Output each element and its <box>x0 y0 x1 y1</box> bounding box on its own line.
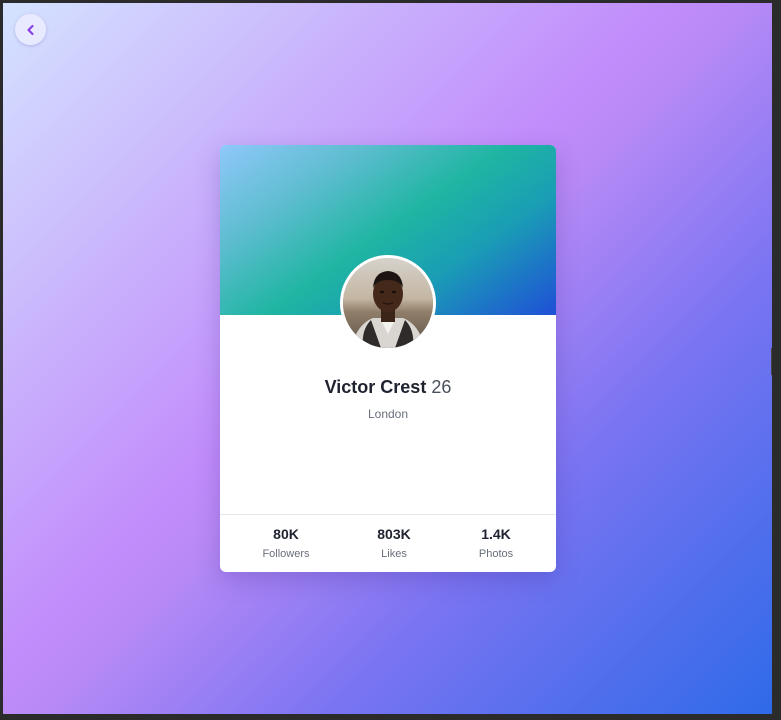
profile-age: 26 <box>431 377 452 397</box>
profile-photo <box>343 258 433 348</box>
stats-row: 80K Followers 803K Likes 1.4K Photos <box>220 514 556 572</box>
page-background: Victor Crest 26 London 80K Followers 803… <box>3 3 772 714</box>
scrollbar-handle[interactable] <box>771 348 772 375</box>
stat-label: Photos <box>478 548 514 560</box>
stat-label: Followers <box>262 548 310 560</box>
stat-value: 1.4K <box>481 526 511 542</box>
avatar <box>340 255 436 351</box>
chevron-left-icon <box>25 24 37 36</box>
stat-likes: 803K Likes <box>344 525 444 561</box>
stat-photos: 1.4K Photos <box>446 525 546 561</box>
stat-followers: 80K Followers <box>236 525 336 561</box>
profile-name: Victor Crest <box>324 377 427 397</box>
profile-name-line: Victor Crest 26 <box>220 377 556 398</box>
stat-label: Likes <box>381 548 407 560</box>
stat-value: 80K <box>273 526 299 542</box>
profile-location: London <box>367 407 409 421</box>
back-button[interactable] <box>15 14 46 45</box>
profile-card: Victor Crest 26 London 80K Followers 803… <box>220 145 556 572</box>
stat-value: 803K <box>377 526 411 542</box>
